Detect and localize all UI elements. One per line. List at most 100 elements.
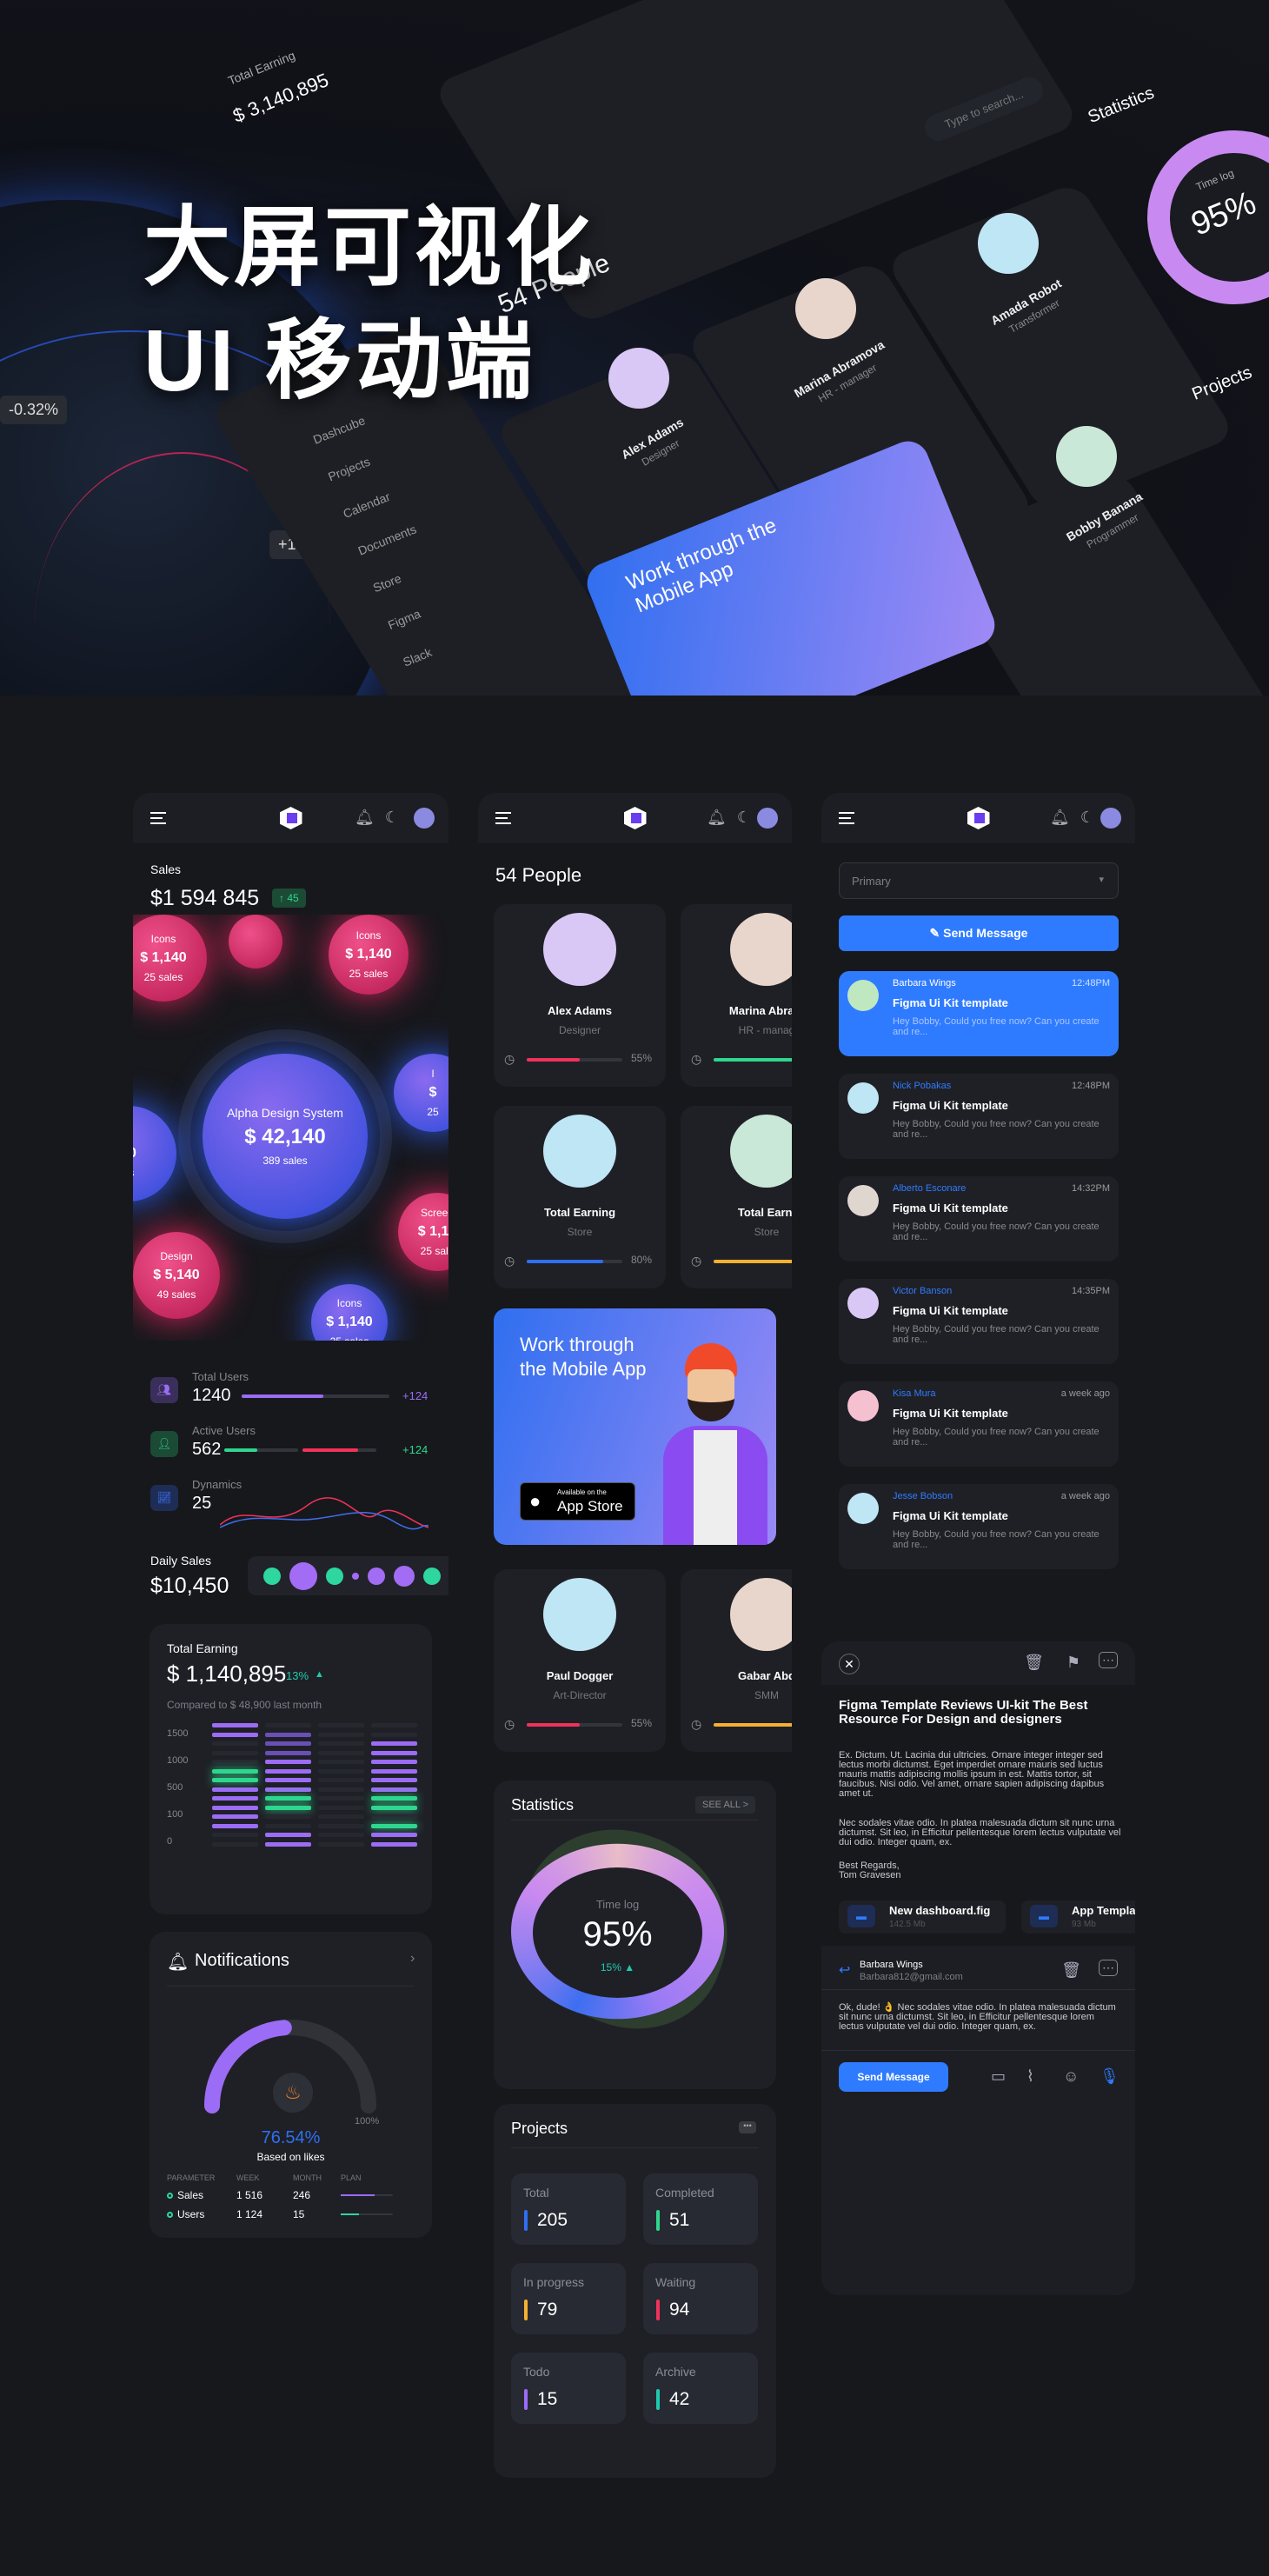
project-stat[interactable]: Waiting 94 — [643, 2263, 758, 2334]
close-icon[interactable]: ✕ — [839, 1654, 860, 1674]
bar-segment — [371, 1760, 417, 1764]
bar-segment — [265, 1741, 311, 1746]
sender-avatar — [847, 1493, 879, 1524]
message-item[interactable]: Jesse Bobson a week ago Figma Ui Kit templ… — [839, 1484, 1119, 1569]
sender-name: Jesse Bobson — [893, 1491, 953, 1501]
mobile-app-banner[interactable]: Work through the Mobile App ● Available o… — [494, 1308, 776, 1545]
bar-segment — [212, 1787, 258, 1792]
app-store-button[interactable]: ● Available on the App Store — [520, 1482, 635, 1521]
bar-segment — [265, 1841, 311, 1847]
trash-icon[interactable]: 🗑︎ — [1024, 1654, 1044, 1672]
person-card[interactable]: Gabar Abd SMM ◷ — [681, 1569, 792, 1752]
y-tick-label: 1500 — [167, 1728, 189, 1739]
stat-marker — [524, 2300, 528, 2320]
bar-segment — [265, 1750, 311, 1755]
bar-segment — [212, 1841, 258, 1847]
bell-icon[interactable]: 🔔︎ — [1050, 809, 1070, 826]
emoji-icon[interactable]: ☺ — [1063, 2067, 1079, 2086]
hero-person-avatar — [978, 213, 1039, 274]
sales-bubble[interactable]: Icons $ 1,140 25 sales — [329, 915, 409, 995]
sales-bubble[interactable]: Icons $ 1,140 25 sales — [311, 1284, 388, 1341]
gauge-max-label: 100% — [355, 2116, 380, 2127]
person-card[interactable]: Total Earning Store ◷ 80% — [494, 1106, 666, 1288]
bar-segment — [371, 1833, 417, 1837]
project-stat[interactable]: Completed 51 — [643, 2173, 758, 2245]
send-message-button[interactable]: ✎ Send Message — [839, 915, 1119, 951]
person-card[interactable]: Marina Abram HR - manag ◷ — [681, 904, 792, 1087]
message-preview: Hey Bobby, Could you free now? Can you c… — [893, 1016, 1100, 1037]
reply-icon[interactable]: ↩ — [839, 1961, 850, 1979]
projects-title: Projects — [511, 2120, 568, 2137]
message-time: 12:48PM — [1071, 1081, 1110, 1091]
person-progress-fill — [527, 1723, 580, 1727]
person-card[interactable]: Total Earni Store ◷ — [681, 1106, 792, 1288]
bar-segment — [265, 1732, 311, 1737]
sales-bubble[interactable]: Icons $ 1,140 25 sales — [133, 915, 207, 1002]
sales-bubble[interactable]: Alpha Design System $ 42,140 389 sales — [203, 1054, 368, 1219]
bell-icon[interactable]: 🔔︎ — [355, 809, 375, 826]
message-subject: Figma Ui Kit template — [893, 996, 1008, 1009]
sales-bubble[interactable]: Screen $ 1,14 25 sale — [398, 1193, 448, 1271]
person-card[interactable]: Paul Dogger Art-Director ◷ 55% — [494, 1569, 666, 1752]
y-tick-label: 500 — [167, 1782, 183, 1793]
message-item[interactable]: Kisa Mura a week ago Figma Ui Kit template… — [839, 1381, 1119, 1467]
bar-segment — [371, 1841, 417, 1847]
bubble-title: s — [133, 1128, 176, 1141]
bubble-value: $ 42,140 — [244, 1125, 326, 1148]
menu-icon[interactable] — [839, 812, 854, 824]
bubble-sub: 389 sales — [262, 1155, 308, 1167]
project-stat[interactable]: Todo 15 — [511, 2353, 626, 2424]
hero-title-line2: UI 移动端 — [143, 312, 536, 409]
paperclip-icon[interactable]: ⌇ — [1026, 2067, 1034, 2086]
stat-marker — [524, 2389, 528, 2410]
bar-segment — [265, 1823, 311, 1828]
sales-bubble[interactable]: s 40 es — [133, 1106, 176, 1201]
avatar[interactable] — [1100, 808, 1121, 829]
more-icon[interactable]: ••• — [739, 2121, 756, 2133]
bar-segment — [318, 1778, 364, 1782]
message-item[interactable]: Barbara Wings 12:48PM Figma Ui Kit templat… — [839, 971, 1119, 1056]
trash-icon[interactable]: 🗑︎ — [1061, 1961, 1081, 1980]
message-item[interactable]: Alberto Esconare 14:32PM Figma Ui Kit temp… — [839, 1176, 1119, 1261]
avatar[interactable] — [414, 808, 435, 829]
sales-bubble[interactable] — [229, 915, 282, 968]
row-week: 1 124 — [236, 2208, 263, 2220]
attachment[interactable]: ▬ App Templa 93 Mb — [1021, 1900, 1135, 1934]
message-item[interactable]: Nick Pobakas 12:48PM Figma Ui Kit template… — [839, 1074, 1119, 1159]
more-icon[interactable]: ⋯ — [1099, 1960, 1118, 1976]
bookmark-icon[interactable]: ⚑ — [1066, 1654, 1080, 1672]
bubble-value: 40 — [133, 1146, 176, 1162]
sales-bubble[interactable]: Design $ 5,140 49 sales — [133, 1232, 220, 1319]
row-week: 1 516 — [236, 2189, 263, 2201]
moon-icon[interactable]: ☾ — [1079, 809, 1096, 826]
microphone-icon[interactable]: 🎙︎ — [1100, 2067, 1120, 2086]
sales-bubble[interactable]: I $25 — [394, 1054, 448, 1132]
metric-icon: 👥︎ — [150, 1377, 178, 1403]
mailbox-select[interactable]: Primary ▾ — [839, 862, 1119, 899]
menu-icon[interactable] — [150, 812, 166, 824]
bar-segment — [212, 1741, 258, 1746]
attachment[interactable]: ▬ New dashboard.fig 142.5 Mb — [839, 1900, 1006, 1934]
metric-value: 562 — [192, 1440, 222, 1459]
message-time: 14:35PM — [1071, 1286, 1110, 1296]
message-item[interactable]: Victor Banson 14:35PM Figma Ui Kit templat… — [839, 1279, 1119, 1364]
reply-textarea[interactable]: Ok, dude! 👌 Nec sodales vitae odio. In p… — [839, 2003, 1121, 2032]
project-stat[interactable]: Archive 42 — [643, 2353, 758, 2424]
message-preview: Hey Bobby, Could you free now? Can you c… — [893, 1427, 1100, 1448]
project-stat[interactable]: In progress 79 — [511, 2263, 626, 2334]
project-stat[interactable]: Total 205 — [511, 2173, 626, 2245]
bar-segment — [212, 1723, 258, 1727]
see-all-button[interactable]: SEE ALL > — [695, 1796, 756, 1814]
folder-icon[interactable]: ▭ — [991, 2067, 1006, 2086]
up-arrow-icon: ▲ — [315, 1669, 324, 1680]
chevron-right-icon[interactable]: › — [410, 1951, 415, 1967]
plan-bar — [341, 2194, 393, 2196]
metric-progress — [224, 1448, 298, 1452]
person-card[interactable]: Alex Adams Designer ◷ 55% — [494, 904, 666, 1087]
send-message-button[interactable]: Send Message — [839, 2062, 948, 2092]
person-progress-fill — [714, 1260, 792, 1263]
moon-icon[interactable]: ☾ — [383, 809, 401, 826]
more-icon[interactable]: ⋯ — [1099, 1652, 1118, 1668]
bubble-title: Alpha Design System — [227, 1106, 343, 1120]
metric-value: 1240 — [192, 1386, 231, 1405]
